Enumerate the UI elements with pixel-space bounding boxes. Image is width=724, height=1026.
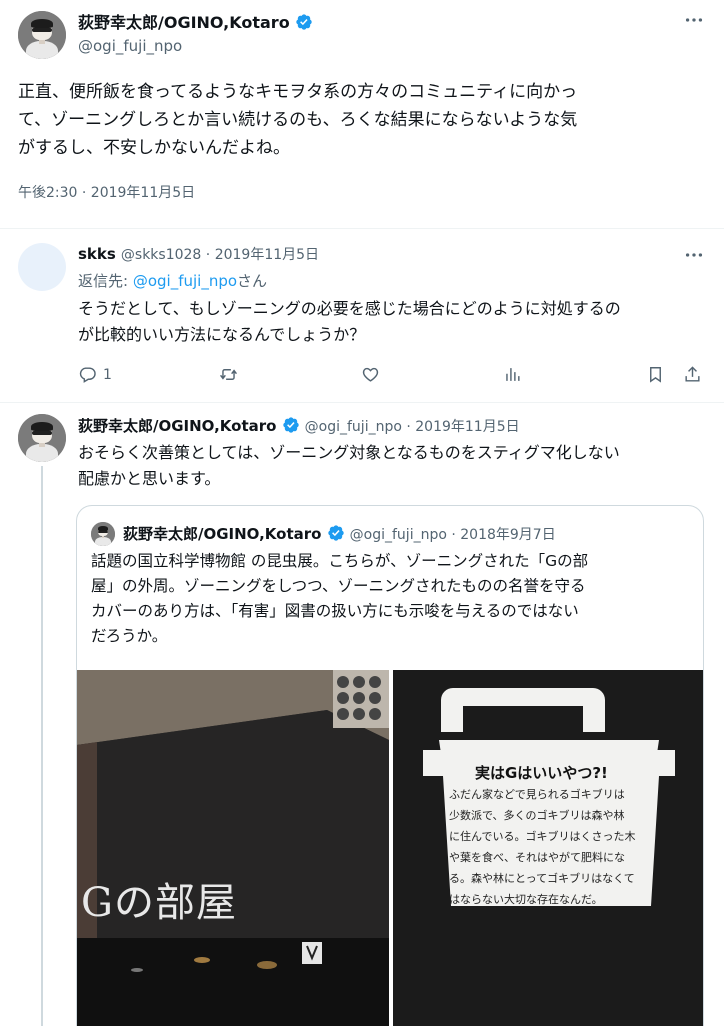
views-button[interactable] — [503, 365, 522, 384]
like-icon — [362, 367, 379, 382]
reply1-handle[interactable]: @skks1028 — [121, 247, 201, 263]
info-card-line: はならない大切な存在なんだ。 — [449, 893, 603, 906]
quoted-handle-date[interactable]: @ogi_fuji_npo · 2018年9月7日 — [350, 527, 556, 543]
share-button[interactable] — [683, 365, 702, 384]
more-icon[interactable] — [683, 9, 705, 31]
reply1-text: そうだとして、もしゾーニングの必要を感じた場合にどのように対処するの が比較的い… — [78, 296, 718, 348]
quoted-header: 荻野幸太郎/OGINO,Kotaro @ogi_fuji_npo · 2018年… — [123, 523, 556, 544]
main-avatar[interactable] — [18, 11, 66, 59]
like-button[interactable] — [361, 365, 380, 384]
reply-to-label: 返信先: — [78, 272, 133, 290]
quoted-text-line: 話題の国立科学博物館 の昆虫展。こちらが、ゾーニングされた「Gの部 — [91, 552, 589, 570]
divider — [0, 402, 724, 403]
bookmark-icon — [650, 367, 661, 383]
quoted-text-line: 屋」の外周。ゾーニングをしつつ、ゾーニングされたものの名誉を守る — [91, 577, 586, 595]
more-icon[interactable] — [683, 244, 705, 266]
reply1-header: skks @skks1028 · 2019年11月5日 — [78, 244, 319, 264]
reply2-text-line: おそらく次善策としては、ゾーニング対象となるものをスティグマ化しない — [78, 443, 620, 462]
main-timestamp[interactable]: 午後2:30 · 2019年11月5日 — [18, 182, 195, 202]
reply1-text-line: が比較的いい方法になるんでしょうか？ — [78, 325, 366, 344]
reply1-avatar[interactable] — [18, 243, 66, 291]
reply2-display-name[interactable]: 荻野幸太郎/OGINO,Kotaro — [78, 417, 276, 435]
info-card-line: や葉を食べ、それはやがて肥料にな — [449, 851, 625, 864]
reply-to-handle-link[interactable]: @ogi_fuji_npo — [133, 272, 237, 290]
quoted-display-name[interactable]: 荻野幸太郎/OGINO,Kotaro — [123, 525, 321, 543]
info-card-body: ふだん家などで見られるゴキブリは 少数派で、多くのゴキブリは森や林 に住んでいる… — [449, 784, 635, 910]
reply1-date[interactable]: · 2019年11月5日 — [201, 247, 319, 263]
reply-to-suffix: さん — [237, 272, 268, 290]
quoted-text-line: だろうか。 — [91, 627, 168, 645]
main-text-line: がするし、不安しかないんだよね。 — [18, 138, 290, 158]
g-room-sign: Gの部屋 — [81, 880, 237, 926]
quoted-photo-left[interactable]: Gの部屋 — [77, 670, 389, 1026]
reply-count: 1 — [103, 366, 112, 383]
verified-badge-icon — [296, 14, 312, 30]
views-icon — [506, 368, 520, 381]
reply2-text-line: 配慮かと思います。 — [78, 469, 221, 488]
reply1-text-line: そうだとして、もしゾーニングの必要を感じた場合にどのように対処するの — [78, 299, 621, 318]
retweet-icon — [220, 369, 237, 380]
info-card-line: る。森や林にとってゴキブリはなくて — [449, 872, 635, 885]
quoted-photo-right[interactable]: 実はGはいいやつ?! ふだん家などで見られるゴキブリは 少数派で、多くのゴキブリ… — [393, 670, 703, 1026]
quoted-text: 話題の国立科学博物館 の昆虫展。こちらが、ゾーニングされた「Gの部 屋」の外周。… — [91, 549, 691, 649]
quoted-avatar[interactable] — [91, 522, 115, 546]
reply-icon — [79, 367, 96, 383]
share-icon — [685, 366, 700, 382]
reply2-text: おそらく次善策としては、ゾーニング対象となるものをスティグマ化しない 配慮かと思… — [78, 440, 718, 492]
info-card-line: ふだん家などで見られるゴキブリは — [449, 788, 625, 801]
quoted-text-line: カバーのあり方は、「有害」図書の扱い方にも示唆を与えるのではない — [91, 602, 579, 620]
main-text-line: 正直、便所飯を食ってるようなキモヲタ系の方々のコミュニティに向かっ — [18, 82, 578, 102]
ceiling-background — [77, 670, 389, 1026]
main-display-name[interactable]: 荻野幸太郎/OGINO,Kotaro — [78, 13, 290, 32]
reply-button[interactable]: 1 — [78, 365, 112, 384]
reply1-reply-to: 返信先: @ogi_fuji_npoさん — [78, 270, 267, 291]
info-card-title: 実はGはいいやつ?! — [475, 764, 608, 782]
info-card-line: に住んでいる。ゴキブリはくさった木 — [449, 830, 636, 843]
verified-badge-icon — [282, 417, 299, 433]
divider — [0, 228, 724, 229]
retweet-button[interactable] — [219, 365, 238, 384]
main-author[interactable]: 荻野幸太郎/OGINO,Kotaro — [78, 9, 313, 33]
main-text-line: て、ゾーニングしろとか言い続けるのも、ろくな結果にならないような気 — [18, 110, 578, 130]
reply1-display-name[interactable]: skks — [78, 245, 116, 263]
main-tweet-text: 正直、便所飯を食ってるようなキモヲタ系の方々のコミュニティに向かっ て、ゾーニン… — [18, 78, 718, 162]
verified-badge-icon — [327, 525, 344, 541]
thread-line — [41, 466, 43, 1026]
quoted-tweet-card[interactable]: 荻野幸太郎/OGINO,Kotaro @ogi_fuji_npo · 2018年… — [76, 505, 704, 1026]
bookmark-button[interactable] — [646, 365, 665, 384]
main-handle[interactable]: @ogi_fuji_npo — [78, 37, 182, 55]
reply2-handle-date[interactable]: @ogi_fuji_npo · 2019年11月5日 — [305, 419, 520, 435]
info-card-line: 少数派で、多くのゴキブリは森や林 — [449, 809, 625, 822]
reply2-avatar[interactable] — [18, 414, 66, 462]
reply2-header: 荻野幸太郎/OGINO,Kotaro @ogi_fuji_npo · 2019年… — [78, 415, 520, 436]
